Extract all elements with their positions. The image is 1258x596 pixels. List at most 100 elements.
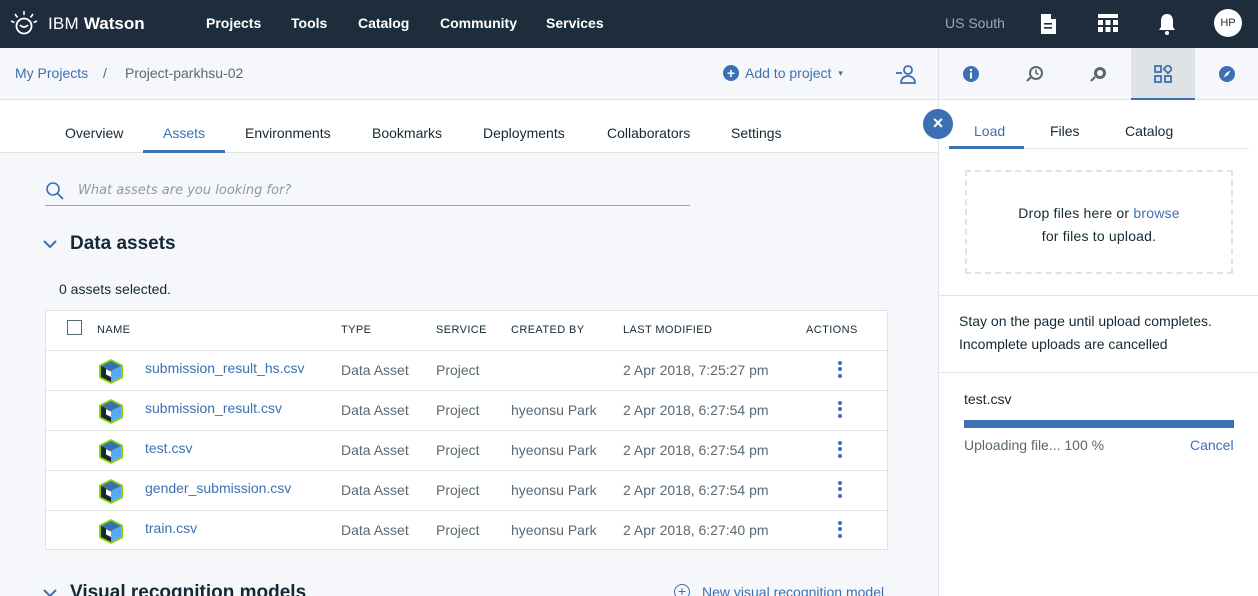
asset-type: Data Asset: [341, 522, 409, 538]
table-row[interactable]: gender_submission.csv Data Asset Project hy…: [46, 471, 887, 511]
panel-active-tab-indicator: [949, 146, 1024, 149]
brand-prefix: IBM: [48, 14, 79, 33]
tab-overview[interactable]: Overview: [65, 125, 123, 141]
add-to-project-label: Add to project: [745, 65, 832, 81]
search-icon: [46, 182, 64, 200]
column-created-by[interactable]: CREATED BY: [511, 324, 584, 336]
chevron-down-icon: [43, 240, 57, 249]
column-last-modified[interactable]: LAST MODIFIED: [623, 324, 712, 336]
panel-tool-recent[interactable]: [1003, 48, 1067, 100]
table-row[interactable]: train.csv Data Asset Project hyeonsu Park 2 …: [46, 511, 887, 551]
column-service[interactable]: SERVICE: [436, 324, 487, 336]
nav-tools[interactable]: Tools: [291, 15, 327, 31]
asset-name-link[interactable]: train.csv: [145, 520, 197, 536]
breadcrumb-bar: My Projects / Project-parkhsu-02 + Add t…: [0, 48, 938, 100]
file-drop-zone[interactable]: Drop files here or browse for files to u…: [965, 170, 1233, 274]
asset-last-modified: 2 Apr 2018, 6:27:54 pm: [623, 482, 769, 498]
drop-text-2: for files to upload.: [1041, 228, 1157, 244]
data-assets-toggle[interactable]: Data assets: [42, 233, 176, 255]
docs-icon[interactable]: [1036, 12, 1060, 36]
ibm-watson-logo[interactable]: IBM Watson: [10, 10, 145, 38]
region-selector[interactable]: US South: [945, 15, 1005, 31]
column-type[interactable]: TYPE: [341, 324, 371, 336]
cancel-upload-button[interactable]: Cancel: [1190, 437, 1234, 453]
drop-text: Drop files here or: [1018, 205, 1130, 221]
add-to-project-button[interactable]: + Add to project ▾: [723, 65, 843, 81]
new-visual-recognition-model-button[interactable]: + New visual recognition model: [674, 584, 884, 596]
asset-last-modified: 2 Apr 2018, 6:27:40 pm: [623, 522, 769, 538]
table-row[interactable]: test.csv Data Asset Project hyeonsu Park 2 A…: [46, 431, 887, 471]
breadcrumb-current-project: Project-parkhsu-02: [125, 65, 244, 81]
nav-projects[interactable]: Projects: [206, 15, 261, 31]
selected-count: 0 assets selected.: [59, 281, 172, 297]
compass-icon: [1219, 66, 1235, 82]
select-all-checkbox[interactable]: [67, 320, 82, 335]
panel-tab-load[interactable]: Load: [974, 123, 1005, 139]
data-assets-table: NAME TYPE SERVICE CREATED BY LAST MODIFI…: [45, 310, 888, 550]
asset-type: Data Asset: [341, 362, 409, 378]
upload-notice-line-1: Stay on the page until upload completes.: [959, 313, 1212, 329]
tab-assets[interactable]: Assets: [163, 125, 205, 141]
tab-environments[interactable]: Environments: [245, 125, 331, 141]
asset-last-modified: 2 Apr 2018, 6:27:54 pm: [623, 402, 769, 418]
panel-tab-files[interactable]: Files: [1050, 123, 1080, 139]
data-asset-icon: [99, 479, 123, 504]
add-collaborator-icon[interactable]: [896, 64, 918, 84]
asset-created-by: hyeonsu Park: [511, 442, 597, 458]
panel-tool-find-data[interactable]: [1067, 48, 1131, 100]
data-icon: [1154, 65, 1172, 83]
close-panel-button[interactable]: ×: [923, 109, 953, 139]
nav-services[interactable]: Services: [546, 15, 604, 31]
row-actions-menu-icon[interactable]: [833, 439, 847, 461]
visual-recognition-toggle[interactable]: Visual recognition models: [42, 582, 306, 596]
panel-tool-explore[interactable]: [1195, 48, 1258, 100]
panel-tool-info[interactable]: [939, 48, 1003, 100]
panel-tool-data[interactable]: [1131, 48, 1195, 100]
data-asset-icon: [99, 439, 123, 464]
tab-collaborators[interactable]: Collaborators: [607, 125, 690, 141]
upload-file-name: test.csv: [964, 391, 1012, 407]
asset-last-modified: 2 Apr 2018, 6:27:54 pm: [623, 442, 769, 458]
upload-progress-bar: [964, 420, 1234, 428]
table-row[interactable]: submission_result.csv Data Asset Project hy…: [46, 391, 887, 431]
row-actions-menu-icon[interactable]: [833, 399, 847, 421]
row-actions-menu-icon[interactable]: [833, 519, 847, 541]
user-avatar[interactable]: HP: [1214, 9, 1242, 37]
data-assets-heading: Data assets: [70, 233, 176, 254]
panel-tab-catalog[interactable]: Catalog: [1125, 123, 1173, 139]
divider: [939, 295, 1258, 296]
caret-down-icon: ▾: [838, 67, 843, 78]
row-actions-menu-icon[interactable]: [833, 359, 847, 381]
tab-deployments[interactable]: Deployments: [483, 125, 565, 141]
plus-circle-icon: +: [723, 65, 739, 81]
asset-created-by: hyeonsu Park: [511, 482, 597, 498]
asset-type: Data Asset: [341, 442, 409, 458]
asset-name-link[interactable]: test.csv: [145, 440, 192, 456]
search-input[interactable]: [78, 179, 678, 201]
tab-bookmarks[interactable]: Bookmarks: [372, 125, 442, 141]
asset-name-link[interactable]: gender_submission.csv: [145, 480, 291, 496]
asset-name-link[interactable]: submission_result.csv: [145, 400, 282, 416]
chevron-down-icon: [43, 589, 57, 596]
column-name[interactable]: NAME: [97, 324, 130, 336]
upload-progress-fill: [964, 420, 1234, 428]
browse-link[interactable]: browse: [1133, 205, 1179, 221]
upload-notice: Stay on the page until upload completes.…: [959, 310, 1212, 356]
notifications-icon[interactable]: [1155, 12, 1179, 36]
apps-icon[interactable]: [1096, 12, 1120, 36]
table-row[interactable]: submission_result_hs.csv Data Asset Projec…: [46, 351, 887, 391]
nav-catalog[interactable]: Catalog: [358, 15, 409, 31]
breadcrumb-my-projects[interactable]: My Projects: [15, 65, 88, 81]
watson-logo-icon: [10, 11, 38, 35]
table-header: NAME TYPE SERVICE CREATED BY LAST MODIFI…: [46, 311, 887, 351]
visual-recognition-heading: Visual recognition models: [70, 582, 307, 596]
row-actions-menu-icon[interactable]: [833, 479, 847, 501]
asset-service: Project: [436, 402, 480, 418]
tab-settings[interactable]: Settings: [731, 125, 782, 141]
assets-content: Data assets 0 assets selected. NAME TYPE…: [0, 153, 938, 596]
data-panel: Load Files Catalog Drop files here or br…: [938, 48, 1258, 596]
recent-icon: [1026, 66, 1043, 82]
asset-name-link[interactable]: submission_result_hs.csv: [145, 360, 305, 376]
nav-community[interactable]: Community: [440, 15, 517, 31]
asset-type: Data Asset: [341, 402, 409, 418]
